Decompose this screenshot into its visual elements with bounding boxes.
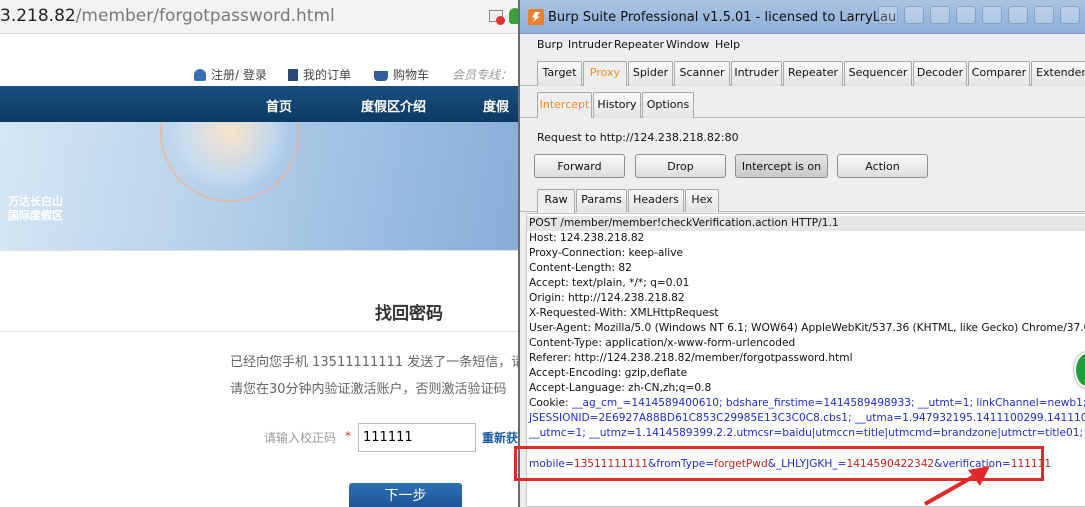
menu-window[interactable]: Window <box>666 38 709 51</box>
member-hotline: 会员专线： <box>452 68 513 82</box>
hero-banner: 万达长白山 国际度假区 <box>0 122 518 250</box>
login-register-link[interactable]: 注册/ 登录 <box>194 66 267 83</box>
header-line[interactable]: Content-Type: application/x-www-form-url… <box>529 336 795 351</box>
document-icon <box>288 69 298 81</box>
my-orders-link[interactable]: 我的订单 <box>288 66 351 83</box>
header-line[interactable]: Origin: http://124.238.218.82 <box>529 291 685 306</box>
window-minimize-button[interactable] <box>878 6 898 24</box>
tab-target[interactable]: Target <box>537 61 582 86</box>
site-top-links: 注册/ 登录 我的订单 购物车 会员专线： <box>0 60 518 86</box>
proxy-subtabs: Intercept History Options <box>520 86 1085 118</box>
burp-app-icon <box>528 9 544 25</box>
site-logo[interactable]: 万达长白山 国际度假区 <box>8 195 63 223</box>
header-line[interactable]: Proxy-Connection: keep-alive <box>529 246 683 261</box>
required-star: * <box>345 429 351 443</box>
cookie-value: __ag_cm_=1414589400610; bdshare_firstime… <box>571 397 1085 409</box>
drop-button[interactable]: Drop <box>635 154 726 178</box>
menu-repeater[interactable]: Repeater <box>614 38 664 51</box>
subtab-intercept[interactable]: Intercept <box>537 92 592 118</box>
menu-intruder[interactable]: Intruder <box>568 38 612 51</box>
header-line[interactable]: Content-Length: 82 <box>529 261 632 276</box>
code-label: 请输入校正码 <box>264 431 337 445</box>
security-shield-icon[interactable] <box>509 8 518 24</box>
tab-proxy[interactable]: Proxy <box>583 61 627 87</box>
nav-resort[interactable]: 度假 <box>483 96 509 115</box>
cookie-line[interactable]: Cookie: __ag_cm_=1414589400610; bdshare_… <box>529 396 1085 411</box>
window-maximize-button[interactable] <box>904 6 924 24</box>
main-tabs: Target Proxy Spider Scanner Intruder Rep… <box>520 56 1085 87</box>
header-line[interactable]: X-Requested-With: XMLHttpRequest <box>529 306 719 321</box>
header-line[interactable]: Accept-Encoding: gzip,deflate <box>529 366 687 381</box>
tab-decoder[interactable]: Decoder <box>913 61 967 86</box>
user-icon <box>194 69 206 81</box>
site-nav: 首页 度假区介绍 度假 <box>0 86 518 122</box>
nav-home[interactable]: 首页 <box>266 96 292 115</box>
request-target-label: Request to http://124.238.218.82:80 <box>537 131 739 144</box>
cart-icon <box>374 71 388 81</box>
burp-titlebar[interactable]: Burp Suite Professional v1.5.01 - licens… <box>520 0 1085 34</box>
tab-intruder[interactable]: Intruder <box>731 61 782 86</box>
browser-window: 3.218.82/member/forgotpassword.html 注册/ … <box>0 0 518 507</box>
cookie-label: Cookie: <box>529 397 572 409</box>
header-line[interactable]: User-Agent: Mozilla/5.0 (Windows NT 6.1;… <box>529 321 1085 336</box>
window-tool-button[interactable] <box>1008 6 1028 24</box>
tab-extender[interactable]: Extender <box>1031 61 1085 86</box>
header-line[interactable]: Accept: text/plain, */*; q=0.01 <box>529 276 689 291</box>
menu-burp[interactable]: Burp <box>537 38 563 51</box>
resend-code-link[interactable]: 重新获 <box>482 429 518 446</box>
page-title: 找回密码 <box>375 304 443 324</box>
cookie-line[interactable]: __utmc=1; __utmz=1.1414589399.2.2.utmcsr… <box>529 426 1085 441</box>
cookie-line[interactable]: JSESSIONID=2E6927A88BD61C853C29985E13C3C… <box>529 411 1085 426</box>
tab-spider[interactable]: Spider <box>628 61 673 86</box>
view-tab-raw[interactable]: Raw <box>537 189 575 213</box>
sms-notice-line2: 请您在30分钟内验证激活账户，否则激活验证码 <box>230 382 507 397</box>
cart-link[interactable]: 购物车 <box>374 66 429 83</box>
window-tool-button[interactable] <box>956 6 976 24</box>
blocked-popup-icon[interactable] <box>489 10 505 25</box>
request-line[interactable]: POST /member/member!checkVerification.ac… <box>527 216 1085 231</box>
nav-resort-intro[interactable]: 度假区介绍 <box>361 96 426 115</box>
tab-scanner[interactable]: Scanner <box>674 61 730 86</box>
logo-line1: 万达长白山 <box>8 195 63 208</box>
forgot-password-form: 找回密码 已经向您手机 13511111111 发送了一条短信，请 请您在30分… <box>0 250 518 507</box>
view-tab-params[interactable]: Params <box>576 189 627 212</box>
window-tool-button[interactable] <box>930 6 950 24</box>
message-view-tabs: Raw Params Headers Hex <box>520 186 1085 213</box>
view-tab-hex[interactable]: Hex <box>685 189 719 212</box>
verification-code-input[interactable] <box>358 423 476 452</box>
window-tool-button[interactable] <box>982 6 1002 24</box>
view-tab-headers[interactable]: Headers <box>628 189 684 212</box>
header-line[interactable]: Referer: http://124.238.218.82/member/fo… <box>529 351 853 366</box>
subtab-options[interactable]: Options <box>642 92 694 118</box>
next-step-button[interactable]: 下一步 <box>349 483 462 507</box>
window-close-button[interactable] <box>1060 6 1080 24</box>
tab-repeater[interactable]: Repeater <box>783 61 843 86</box>
action-button[interactable]: Action <box>837 154 928 178</box>
burp-menubar: Burp Intruder Repeater Window Help <box>520 34 1085 56</box>
tab-comparer[interactable]: Comparer <box>968 61 1030 86</box>
annotation-arrow-icon <box>924 466 990 506</box>
header-line[interactable]: Accept-Language: zh-CN,zh;q=0.8 <box>529 381 711 396</box>
url-text[interactable]: 3.218.82/member/forgotpassword.html <box>0 6 335 26</box>
menu-help[interactable]: Help <box>715 38 740 51</box>
burp-window: Burp Suite Professional v1.5.01 - licens… <box>518 0 1085 507</box>
header-line[interactable]: Host: 124.238.218.82 <box>529 231 644 246</box>
subtab-history[interactable]: History <box>593 92 641 118</box>
sms-notice-line1: 已经向您手机 13511111111 发送了一条短信，请 <box>230 355 518 370</box>
title-divider <box>0 331 518 332</box>
logo-line2: 国际度假区 <box>8 209 63 222</box>
address-bar[interactable]: 3.218.82/member/forgotpassword.html <box>0 0 518 34</box>
window-tool-button[interactable] <box>1034 6 1054 24</box>
burp-window-title: Burp Suite Professional v1.5.01 - licens… <box>548 10 897 25</box>
intercept-toggle-button[interactable]: Intercept is on <box>735 154 828 178</box>
tab-sequencer[interactable]: Sequencer <box>844 61 912 86</box>
forward-button[interactable]: Forward <box>534 154 625 178</box>
